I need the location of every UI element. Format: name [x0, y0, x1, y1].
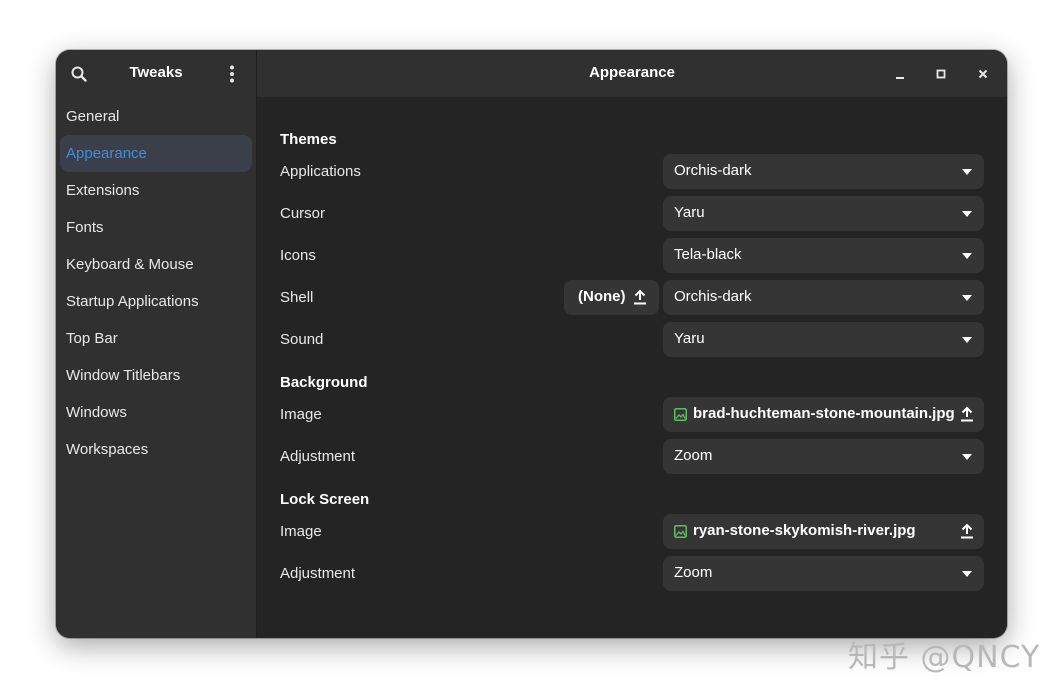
lock-screen-image-label: Image	[280, 523, 322, 540]
upload-icon	[960, 523, 974, 539]
shell-theme-dropdown[interactable]: Orchis-dark	[663, 280, 984, 315]
lock-screen-heading: Lock Screen	[280, 491, 370, 508]
lock-screen-image-filename: ryan-stone-skykomish-river.jpg	[693, 522, 916, 539]
shell-label: Shell	[280, 289, 314, 306]
shell-file-label: (None)	[578, 288, 626, 305]
sidebar-list: General Appearance Extensions Fonts Keyb…	[56, 98, 256, 468]
shell-theme-value: Orchis-dark	[674, 288, 752, 305]
sound-theme-dropdown[interactable]: Yaru	[663, 322, 984, 357]
sidebar: Tweaks General Appearance Extensions Fon…	[56, 50, 257, 638]
tweaks-window: Tweaks General Appearance Extensions Fon…	[56, 50, 1007, 638]
sidebar-title: Tweaks	[129, 64, 183, 81]
chevron-down-icon	[962, 454, 972, 460]
background-heading: Background	[280, 374, 368, 391]
search-icon[interactable]	[70, 65, 88, 83]
background-image-chooser[interactable]: brad-huchteman-stone-mountain.jpg	[663, 397, 984, 432]
close-icon[interactable]	[974, 65, 992, 83]
minimize-icon[interactable]	[891, 65, 909, 83]
background-image-label: Image	[280, 406, 322, 423]
chevron-down-icon	[962, 211, 972, 217]
kebab-menu-icon[interactable]	[222, 64, 242, 84]
lock-screen-adjustment-dropdown[interactable]: Zoom	[663, 556, 984, 591]
header-bar: Appearance	[257, 50, 1007, 97]
watermark: 知乎 @QNCY	[848, 640, 1041, 675]
sound-theme-value: Yaru	[674, 330, 705, 347]
background-adjustment-label: Adjustment	[280, 448, 356, 465]
background-adjustment-value: Zoom	[674, 447, 713, 464]
cursor-label: Cursor	[280, 205, 326, 222]
sidebar-item-fonts[interactable]: Fonts	[60, 209, 252, 246]
main-panel: Appearance Themes Applications Orchis-da…	[257, 50, 1007, 638]
applications-theme-dropdown[interactable]: Orchis-dark	[663, 154, 984, 189]
lock-screen-adjustment-label: Adjustment	[280, 565, 356, 582]
chevron-down-icon	[962, 295, 972, 301]
cursor-theme-value: Yaru	[674, 204, 705, 221]
sidebar-item-workspaces[interactable]: Workspaces	[60, 431, 252, 468]
image-file-icon	[674, 525, 687, 538]
applications-theme-value: Orchis-dark	[674, 162, 752, 179]
sidebar-item-extensions[interactable]: Extensions	[60, 172, 252, 209]
sidebar-item-keyboard-mouse[interactable]: Keyboard & Mouse	[60, 246, 252, 283]
chevron-down-icon	[962, 253, 972, 259]
lock-screen-image-chooser[interactable]: ryan-stone-skykomish-river.jpg	[663, 514, 984, 549]
sidebar-item-windows[interactable]: Windows	[60, 394, 252, 431]
sidebar-item-startup-applications[interactable]: Startup Applications	[60, 283, 252, 320]
chevron-down-icon	[962, 337, 972, 343]
icons-theme-dropdown[interactable]: Tela-black	[663, 238, 984, 273]
chevron-down-icon	[962, 169, 972, 175]
sidebar-item-window-titlebars[interactable]: Window Titlebars	[60, 357, 252, 394]
sound-label: Sound	[280, 331, 324, 348]
upload-icon	[960, 406, 974, 422]
chevron-down-icon	[962, 571, 972, 577]
icons-theme-value: Tela-black	[674, 246, 742, 263]
cursor-theme-dropdown[interactable]: Yaru	[663, 196, 984, 231]
background-adjustment-dropdown[interactable]: Zoom	[663, 439, 984, 474]
sidebar-item-appearance[interactable]: Appearance	[60, 135, 252, 172]
sidebar-header: Tweaks	[56, 50, 256, 97]
shell-file-button[interactable]: (None)	[564, 280, 659, 315]
sidebar-item-general[interactable]: General	[60, 98, 252, 135]
icons-label: Icons	[280, 247, 316, 264]
sidebar-item-top-bar[interactable]: Top Bar	[60, 320, 252, 357]
image-file-icon	[674, 408, 687, 421]
themes-heading: Themes	[280, 131, 337, 148]
lock-screen-adjustment-value: Zoom	[674, 564, 713, 581]
background-image-filename: brad-huchteman-stone-mountain.jpg	[693, 405, 955, 422]
applications-label: Applications	[280, 163, 361, 180]
upload-icon	[633, 289, 647, 305]
maximize-icon[interactable]	[932, 65, 950, 83]
